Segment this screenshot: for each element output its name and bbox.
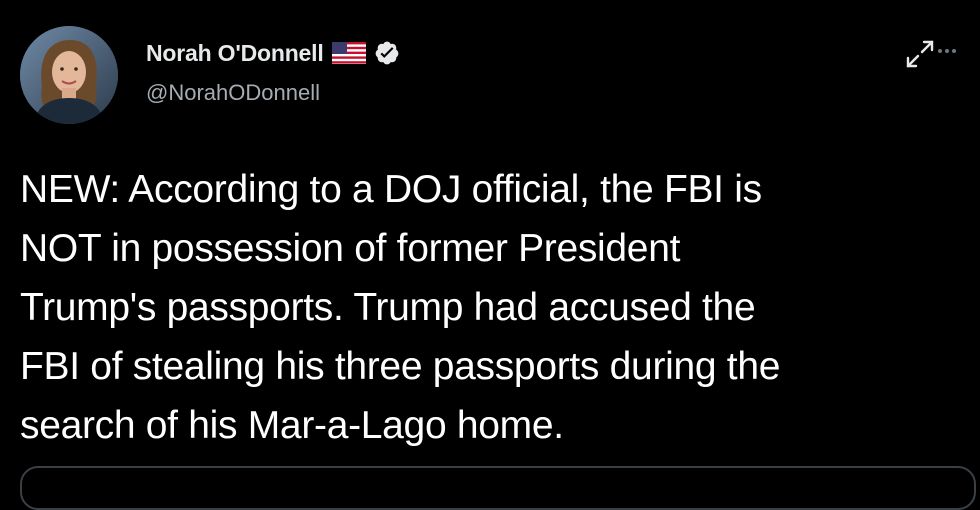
verified-badge-icon (374, 40, 400, 66)
expand-arrows-icon[interactable] (902, 40, 938, 72)
avatar[interactable] (20, 26, 118, 124)
tweet-card: Norah O'Donnell @NorahODonnell NEW: Acco… (0, 0, 980, 510)
author-name-row: Norah O'Donnell (146, 38, 400, 68)
embedded-card[interactable] (20, 466, 976, 510)
tweet-text: NEW: According to a DOJ official, the FB… (20, 168, 781, 447)
avatar-image (20, 26, 118, 124)
author-handle[interactable]: @NorahODonnell (146, 80, 320, 106)
more-dot (938, 49, 942, 53)
more-dot (945, 49, 949, 53)
more-dot (952, 49, 956, 53)
more-options-icon[interactable] (938, 47, 960, 55)
us-flag-icon (331, 42, 366, 64)
author-display-name[interactable]: Norah O'Donnell (146, 40, 324, 67)
